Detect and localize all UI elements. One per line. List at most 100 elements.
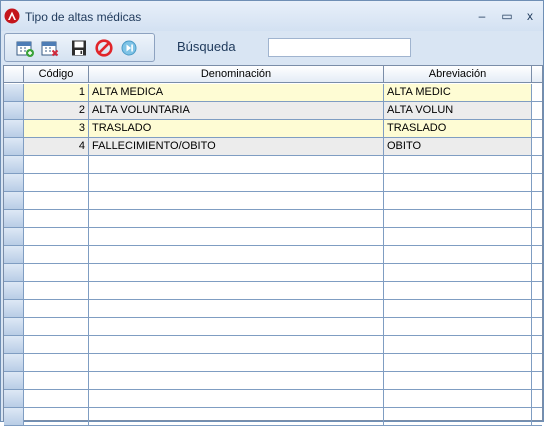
search-input[interactable] (268, 38, 411, 57)
cell-abreviacion[interactable] (384, 282, 532, 299)
row-indicator[interactable] (4, 138, 24, 155)
empty-table-row[interactable] (4, 192, 542, 210)
row-indicator[interactable] (4, 156, 24, 173)
cancel-button[interactable] (94, 38, 114, 58)
column-header-codigo[interactable]: Código (24, 66, 89, 83)
minimize-button[interactable]: ‒ (472, 7, 492, 25)
cell-denominacion[interactable] (89, 228, 384, 245)
cell-denominacion[interactable]: ALTA VOLUNTARIA (89, 102, 384, 119)
empty-table-row[interactable] (4, 372, 542, 390)
table-row[interactable]: 1 ALTA MEDICA ALTA MEDIC (4, 84, 542, 102)
cell-codigo[interactable]: 1 (24, 84, 89, 101)
cell-abreviacion[interactable] (384, 192, 532, 209)
add-record-button[interactable] (15, 38, 35, 58)
empty-table-row[interactable] (4, 336, 542, 354)
cell-denominacion[interactable] (89, 174, 384, 191)
cell-codigo[interactable] (24, 264, 89, 281)
row-indicator[interactable] (4, 192, 24, 209)
empty-table-row[interactable] (4, 210, 542, 228)
cell-codigo[interactable]: 4 (24, 138, 89, 155)
empty-table-row[interactable] (4, 390, 542, 408)
cell-denominacion[interactable]: ALTA MEDICA (89, 84, 384, 101)
cell-codigo[interactable] (24, 156, 89, 173)
cell-abreviacion[interactable] (384, 156, 532, 173)
empty-table-row[interactable] (4, 408, 542, 426)
empty-table-row[interactable] (4, 228, 542, 246)
cell-codigo[interactable] (24, 174, 89, 191)
cell-codigo[interactable] (24, 354, 89, 371)
row-indicator[interactable] (4, 84, 24, 101)
row-indicator[interactable] (4, 228, 24, 245)
cell-denominacion[interactable]: TRASLADO (89, 120, 384, 137)
row-indicator[interactable] (4, 282, 24, 299)
data-grid[interactable]: Código Denominación Abreviación 1 ALTA ME… (3, 65, 543, 426)
cell-denominacion[interactable] (89, 354, 384, 371)
cell-denominacion[interactable]: FALLECIMIENTO/OBITO (89, 138, 384, 155)
cell-denominacion[interactable] (89, 372, 384, 389)
row-indicator[interactable] (4, 390, 24, 407)
table-row[interactable]: 2 ALTA VOLUNTARIA ALTA VOLUN (4, 102, 542, 120)
row-indicator[interactable] (4, 354, 24, 371)
empty-table-row[interactable] (4, 354, 542, 372)
cell-abreviacion[interactable]: ALTA VOLUN (384, 102, 532, 119)
empty-table-row[interactable] (4, 282, 542, 300)
cell-abreviacion[interactable] (384, 408, 532, 425)
cell-abreviacion[interactable] (384, 300, 532, 317)
cell-codigo[interactable]: 2 (24, 102, 89, 119)
row-indicator[interactable] (4, 210, 24, 227)
cell-abreviacion[interactable] (384, 246, 532, 263)
cell-abreviacion[interactable]: OBITO (384, 138, 532, 155)
cell-abreviacion[interactable] (384, 228, 532, 245)
row-indicator[interactable] (4, 174, 24, 191)
cell-abreviacion[interactable] (384, 210, 532, 227)
save-button[interactable] (69, 38, 89, 58)
row-indicator[interactable] (4, 300, 24, 317)
cell-codigo[interactable]: 3 (24, 120, 89, 137)
row-indicator[interactable] (4, 246, 24, 263)
cell-abreviacion[interactable]: ALTA MEDIC (384, 84, 532, 101)
row-indicator[interactable] (4, 102, 24, 119)
row-indicator[interactable] (4, 408, 24, 425)
maximize-button[interactable]: ▭ (497, 7, 517, 25)
cell-denominacion[interactable] (89, 156, 384, 173)
empty-table-row[interactable] (4, 174, 542, 192)
title-bar[interactable]: Tipo de altas médicas ‒ ▭ x (1, 1, 543, 31)
column-header-abreviacion[interactable]: Abreviación (384, 66, 532, 83)
cell-abreviacion[interactable] (384, 264, 532, 281)
empty-table-row[interactable] (4, 300, 542, 318)
column-header-denominacion[interactable]: Denominación (89, 66, 384, 83)
cell-denominacion[interactable] (89, 300, 384, 317)
cell-denominacion[interactable] (89, 192, 384, 209)
cell-abreviacion[interactable] (384, 390, 532, 407)
cell-abreviacion[interactable] (384, 372, 532, 389)
cell-codigo[interactable] (24, 282, 89, 299)
cell-codigo[interactable] (24, 318, 89, 335)
row-indicator[interactable] (4, 372, 24, 389)
cell-abreviacion[interactable]: TRASLADO (384, 120, 532, 137)
cell-codigo[interactable] (24, 336, 89, 353)
row-indicator[interactable] (4, 318, 24, 335)
cell-codigo[interactable] (24, 192, 89, 209)
next-button[interactable] (119, 38, 139, 58)
cell-denominacion[interactable] (89, 336, 384, 353)
empty-table-row[interactable] (4, 246, 542, 264)
cell-codigo[interactable] (24, 372, 89, 389)
delete-record-button[interactable] (40, 38, 60, 58)
empty-table-row[interactable] (4, 156, 542, 174)
cell-abreviacion[interactable] (384, 354, 532, 371)
cell-codigo[interactable] (24, 246, 89, 263)
cell-denominacion[interactable] (89, 390, 384, 407)
cell-denominacion[interactable] (89, 318, 384, 335)
table-row[interactable]: 4 FALLECIMIENTO/OBITO OBITO (4, 138, 542, 156)
cell-codigo[interactable] (24, 408, 89, 425)
row-indicator[interactable] (4, 120, 24, 137)
cell-denominacion[interactable] (89, 246, 384, 263)
cell-codigo[interactable] (24, 210, 89, 227)
close-button[interactable]: x (520, 7, 540, 25)
row-indicator[interactable] (4, 336, 24, 353)
cell-denominacion[interactable] (89, 210, 384, 227)
cell-codigo[interactable] (24, 300, 89, 317)
cell-denominacion[interactable] (89, 408, 384, 425)
empty-table-row[interactable] (4, 264, 542, 282)
cell-denominacion[interactable] (89, 282, 384, 299)
